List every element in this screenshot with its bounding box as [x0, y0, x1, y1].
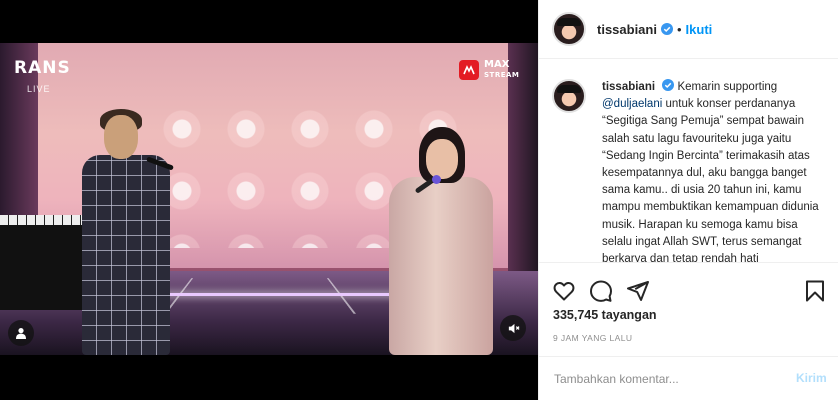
- header-separator: •: [676, 21, 682, 37]
- maxstream-text: MAX STREAM: [484, 60, 519, 80]
- singer-female: [385, 127, 495, 355]
- microphone-right-head: [432, 175, 441, 184]
- send-comment-button[interactable]: Kirim: [796, 371, 827, 385]
- view-count[interactable]: 335,745 tayangan: [553, 308, 657, 322]
- comment-icon: [590, 280, 612, 302]
- caption: tissabiani Kemarin supporting @duljaelan…: [539, 60, 838, 262]
- verified-icon: [662, 79, 675, 91]
- user-tag-icon: [16, 328, 26, 339]
- comment-input[interactable]: [554, 369, 774, 389]
- caption-username[interactable]: tissabiani: [602, 81, 655, 93]
- save-button[interactable]: [803, 279, 827, 303]
- tagged-users-button[interactable]: [8, 320, 34, 346]
- singer-male-suit: [82, 155, 170, 355]
- video-frame[interactable]: [0, 43, 538, 355]
- like-button[interactable]: [552, 279, 576, 303]
- verified-icon: [660, 23, 673, 35]
- header-username[interactable]: tissabiani: [597, 22, 657, 37]
- share-button[interactable]: [626, 279, 650, 303]
- maxstream-line2: STREAM: [484, 71, 520, 79]
- singer-male: [82, 109, 170, 355]
- caption-avatar[interactable]: [552, 79, 586, 113]
- rans-logo: RANS: [14, 58, 71, 78]
- rans-logo-sub: LIVE: [27, 84, 51, 94]
- comment-form: Kirim: [539, 356, 838, 400]
- maxstream-logo: MAX STREAM: [459, 60, 519, 80]
- singer-male-head: [104, 115, 138, 159]
- maxstream-icon: [459, 60, 479, 80]
- caption-mention-link[interactable]: @duljaelani: [602, 98, 662, 110]
- sound-toggle-button[interactable]: [500, 315, 526, 341]
- post-timestamp[interactable]: 9 JAM YANG LALU: [553, 333, 632, 343]
- follow-button[interactable]: Ikuti: [686, 22, 713, 37]
- avatar[interactable]: [552, 12, 586, 46]
- heart-icon: [553, 281, 575, 301]
- singer-female-head: [426, 139, 458, 179]
- post-media[interactable]: RANS LIVE MAX STREAM: [0, 0, 538, 400]
- share-icon: [627, 281, 649, 301]
- post-side-panel: tissabiani • Ikuti tissabiani Kemarin su…: [538, 0, 838, 400]
- caption-text: tissabiani Kemarin supporting @duljaelan…: [602, 79, 824, 262]
- post-header: tissabiani • Ikuti: [539, 0, 838, 59]
- caption-text-part1: Kemarin supporting: [677, 81, 778, 93]
- singer-female-outfit: [389, 177, 493, 355]
- comment-button[interactable]: [589, 279, 613, 303]
- caption-text-part2: untuk konser perdananya “Segitiga Sang P…: [602, 98, 819, 262]
- bookmark-icon: [806, 280, 824, 302]
- sound-off-icon: [508, 323, 520, 333]
- maxstream-line1: MAX: [484, 59, 510, 70]
